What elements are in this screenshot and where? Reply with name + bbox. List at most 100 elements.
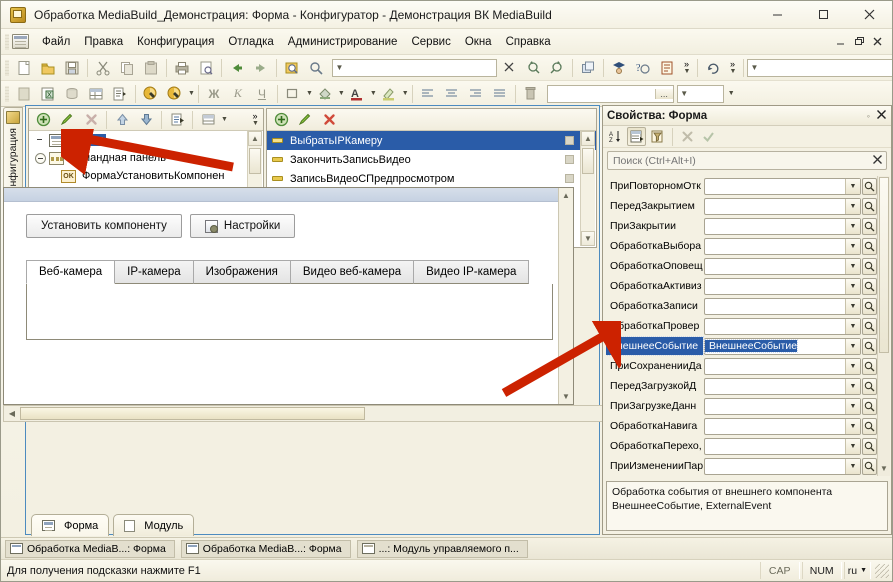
properties-search[interactable] <box>607 151 887 170</box>
chevron-down-icon[interactable]: ▼ <box>845 339 860 354</box>
scroll-thumb[interactable] <box>582 148 594 174</box>
tree-overflow-icon[interactable]: »▼ <box>249 112 263 127</box>
install-component-button[interactable]: Установить компоненту <box>26 214 182 238</box>
undo-icon[interactable] <box>226 57 248 79</box>
scroll-up-icon[interactable]: ▲ <box>559 188 573 203</box>
resize-grip[interactable] <box>875 564 889 578</box>
property-field[interactable]: ▼ <box>704 218 861 235</box>
move-down-icon[interactable] <box>135 109 157 131</box>
taskbar-item-form-2[interactable]: Обработка MediaB...: Форма <box>181 540 351 558</box>
chevron-down-icon[interactable]: ▼ <box>845 419 860 434</box>
minimize-icon[interactable] <box>754 1 800 29</box>
property-field[interactable]: ВнешнееСобытие ▼ <box>704 338 861 355</box>
open-handler-icon[interactable] <box>862 318 877 335</box>
list-item[interactable]: ЗаписьВидеоСПредпросмотром <box>267 169 596 188</box>
open-handler-icon[interactable] <box>862 438 877 455</box>
chevron-down-icon[interactable]: ▼ <box>845 359 860 374</box>
open-handler-icon[interactable] <box>862 198 877 215</box>
property-row[interactable]: ПриПовторномОтк ▼ <box>606 176 877 196</box>
docs-icon[interactable] <box>656 57 678 79</box>
scroll-down-icon[interactable]: ▼ <box>581 231 595 246</box>
property-row[interactable]: ОбработкаАктивиз ▼ <box>606 276 877 296</box>
chevron-down-icon[interactable]: ▼ <box>845 379 860 394</box>
fill-color-icon[interactable] <box>314 83 336 105</box>
doc-icon[interactable] <box>109 83 131 105</box>
find-prev-icon[interactable] <box>546 57 568 79</box>
search-clear-icon[interactable] <box>869 154 886 168</box>
tree-item-form-install-component[interactable]: OK ФормаУстановитьКомпонен <box>29 167 263 185</box>
chevron-down-icon[interactable]: ▼ <box>845 199 860 214</box>
italic-icon[interactable]: K <box>227 83 249 105</box>
menu-item-service[interactable]: Сервис <box>404 33 457 51</box>
shield1-icon[interactable] <box>140 83 162 105</box>
form-tab-ipcam[interactable]: IP-камера <box>114 260 193 284</box>
toolbar-right-combo[interactable]: ▼ <box>747 59 893 77</box>
list-item[interactable]: ВыбратьIPКамеру <box>267 131 596 150</box>
mdi-system-icon[interactable] <box>12 34 29 49</box>
close-icon[interactable] <box>876 109 887 123</box>
menu-item-help[interactable]: Справка <box>499 33 558 51</box>
property-row[interactable]: ОбработкаОповещ ▼ <box>606 256 877 276</box>
open-handler-icon[interactable] <box>862 418 877 435</box>
scroll-down-icon[interactable]: ▼ <box>878 461 890 476</box>
fill-color-caret-icon[interactable]: ▼ <box>338 90 345 97</box>
chevron-down-icon[interactable]: ▼ <box>845 319 860 334</box>
filter-icon[interactable] <box>648 127 667 146</box>
open-handler-icon[interactable] <box>862 378 877 395</box>
properties-vertical-scrollbar[interactable]: ▲ ▼ <box>877 176 890 476</box>
canvas-vertical-scrollbar[interactable]: ▲ ▼ <box>558 188 573 404</box>
add-icon[interactable] <box>32 109 54 131</box>
property-field[interactable]: ▼ <box>704 418 861 435</box>
align-justify-icon[interactable] <box>489 83 511 105</box>
refresh-icon[interactable] <box>702 57 724 79</box>
menu-item-configuration[interactable]: Конфигурация <box>130 33 221 51</box>
form-tab-webcam[interactable]: Веб-камера <box>26 260 115 284</box>
chevron-down-icon[interactable]: ▼ <box>845 399 860 414</box>
search-icon[interactable] <box>305 57 327 79</box>
print-icon[interactable] <box>171 57 193 79</box>
maximize-icon[interactable] <box>800 1 846 29</box>
scroll-left-icon[interactable]: ◀ <box>4 406 20 421</box>
save-icon[interactable] <box>61 57 83 79</box>
chevron-down-icon[interactable]: ▼ <box>845 259 860 274</box>
menu-item-edit[interactable]: Правка <box>77 33 130 51</box>
view-mode-icon[interactable] <box>197 109 219 131</box>
mdi-close-icon[interactable] <box>868 33 886 51</box>
align-left-icon[interactable] <box>417 83 439 105</box>
property-row[interactable]: ПриЗагрузкеДанн ▼ <box>606 396 877 416</box>
menu-item-windows[interactable]: Окна <box>458 33 499 51</box>
mdi-minimize-icon[interactable] <box>832 33 850 51</box>
properties-icon[interactable] <box>166 109 188 131</box>
menu-item-administration[interactable]: Администрирование <box>281 33 405 51</box>
tab-module[interactable]: Модуль <box>113 514 194 536</box>
chevron-down-icon[interactable]: ▼ <box>845 459 860 474</box>
overflow2-icon[interactable]: »▼ <box>726 57 739 79</box>
list-vertical-scrollbar[interactable]: ▲ ▼ <box>580 131 595 246</box>
scroll-thumb[interactable] <box>249 148 261 174</box>
chevron-down-icon[interactable]: ▼ <box>678 89 691 98</box>
chevron-down-icon[interactable]: ▼ <box>845 279 860 294</box>
toolbar-small-combo[interactable]: ▼ <box>677 85 724 103</box>
status-language[interactable]: ru ▼ <box>844 562 871 579</box>
align-right-icon[interactable] <box>465 83 487 105</box>
taskbar-item-module[interactable]: ...: Модуль управляемого п... <box>357 540 528 558</box>
property-field[interactable]: ▼ <box>704 458 861 475</box>
search-input[interactable] <box>608 154 869 168</box>
toolbar-grip-2[interactable] <box>5 86 9 102</box>
open-handler-icon[interactable] <box>862 258 877 275</box>
shield-dropdown-caret-icon[interactable]: ▼ <box>188 90 195 97</box>
property-row[interactable]: ПриЗакрытии ▼ <box>606 216 877 236</box>
menu-item-debug[interactable]: Отладка <box>221 33 280 51</box>
property-row[interactable]: ПередЗакрытием ▼ <box>606 196 877 216</box>
property-row[interactable]: ПередЗагрузкойД ▼ <box>606 376 877 396</box>
open-handler-icon[interactable] <box>862 178 877 195</box>
table-icon[interactable] <box>85 83 107 105</box>
add-icon[interactable] <box>270 109 292 131</box>
open-handler-icon[interactable] <box>862 218 877 235</box>
chevron-down-icon[interactable]: ▼ <box>845 299 860 314</box>
property-row[interactable]: ОбработкаЗаписи ▼ <box>606 296 877 316</box>
close-icon[interactable] <box>846 1 892 29</box>
bold-icon[interactable]: Ж <box>203 83 225 105</box>
highlight-caret-icon[interactable]: ▼ <box>402 90 409 97</box>
underline-icon[interactable]: Ч <box>251 83 273 105</box>
